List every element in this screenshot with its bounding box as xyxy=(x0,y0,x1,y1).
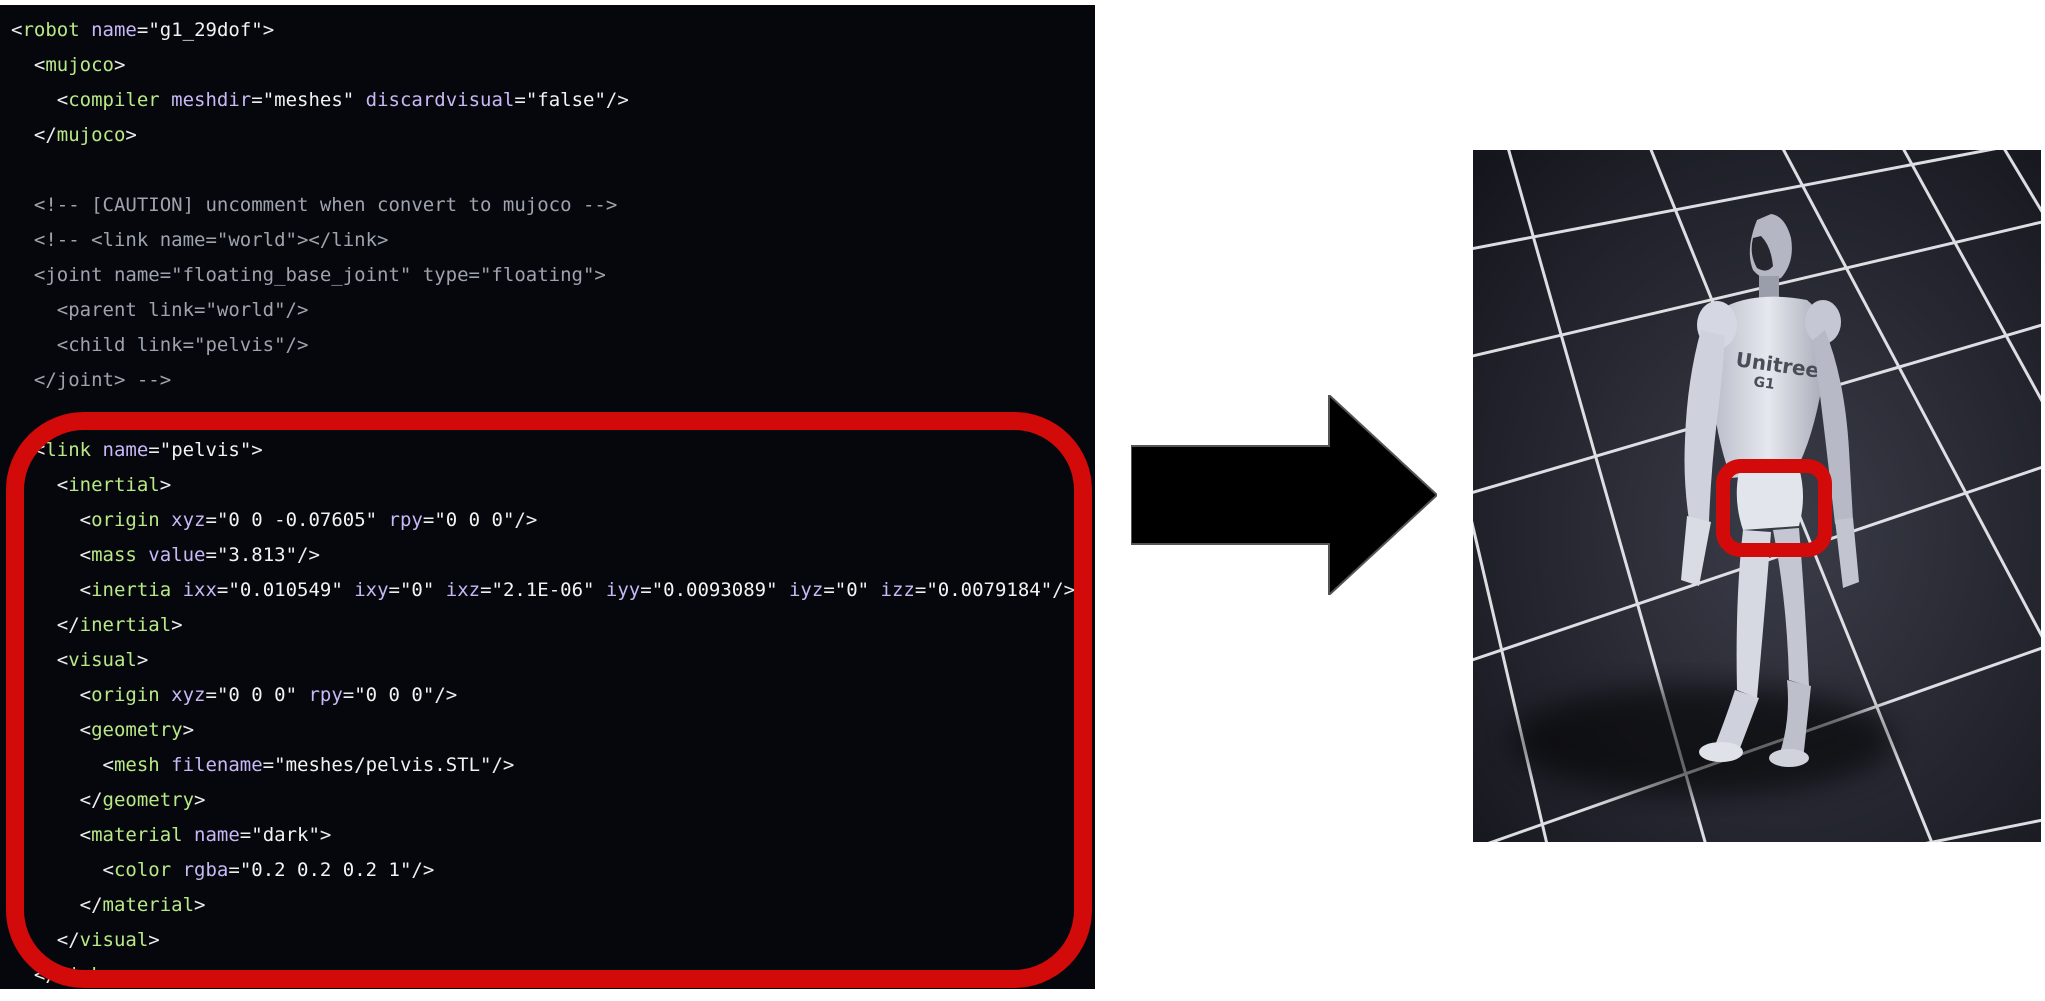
code-token-comment: <child link="pelvis"/> xyxy=(11,334,309,356)
code-line: <mujoco> xyxy=(11,48,1075,83)
code-token-punct: < xyxy=(11,54,46,76)
code-token-punct: /> xyxy=(605,89,629,111)
code-token-tag: robot xyxy=(22,19,80,41)
code-line: </mujoco> xyxy=(11,118,1075,153)
code-token-tag: compiler xyxy=(68,89,160,111)
code-token-punct: > xyxy=(262,19,275,41)
code-token-punct: </ xyxy=(11,124,57,146)
code-line: <!-- <link name="world"></link> xyxy=(11,223,1075,258)
code-line: <robot name="g1_29dof"> xyxy=(11,13,1075,48)
code-line: <parent link="world"/> xyxy=(11,293,1075,328)
code-token-val: "g1_29dof" xyxy=(148,19,263,41)
code-line: <!-- [CAUTION] uncomment when convert to… xyxy=(11,188,1075,223)
code-token-punct: < xyxy=(11,89,69,111)
robot-model-label: G1 xyxy=(1752,374,1775,393)
code-token-comment: <!-- [CAUTION] uncomment when convert to… xyxy=(11,194,618,216)
code-token-punct: > xyxy=(113,54,126,76)
robot-scene: Unitree G1 xyxy=(1473,150,2041,842)
code-token-punct: = xyxy=(251,89,263,111)
code-token-val: "false" xyxy=(525,89,606,111)
code-token-attr: meshdir xyxy=(159,89,252,111)
code-token-comment: <joint name="floating_base_joint" type="… xyxy=(11,264,606,286)
code-token-punct: = xyxy=(514,89,526,111)
code-token-punct: < xyxy=(11,19,23,41)
code-token-punct: > xyxy=(125,124,137,146)
code-token-tag: mujoco xyxy=(56,124,126,146)
code-line: <compiler meshdir="meshes" discardvisual… xyxy=(11,83,1075,118)
pelvis-link-highlight xyxy=(6,412,1092,988)
right-arrow-icon xyxy=(1131,395,1437,595)
code-token-punct: = xyxy=(136,19,149,41)
code-token-tag: mujoco xyxy=(45,54,114,76)
code-line: <joint name="floating_base_joint" type="… xyxy=(11,258,1075,293)
robot-render-view: Unitree G1 xyxy=(1473,150,2041,842)
code-token-comment: <!-- <link name="world"></link> xyxy=(11,229,389,251)
code-token-attr: name xyxy=(79,19,137,41)
code-token-val: "meshes" xyxy=(262,89,355,111)
code-token-comment: </joint> --> xyxy=(11,369,172,391)
code-token-comment: <parent link="world"/> xyxy=(11,299,309,321)
code-token-attr: discardvisual xyxy=(354,89,515,111)
robot-shadow xyxy=(1513,685,1893,795)
code-line: </joint> --> xyxy=(11,363,1075,398)
code-line: <child link="pelvis"/> xyxy=(11,328,1075,363)
